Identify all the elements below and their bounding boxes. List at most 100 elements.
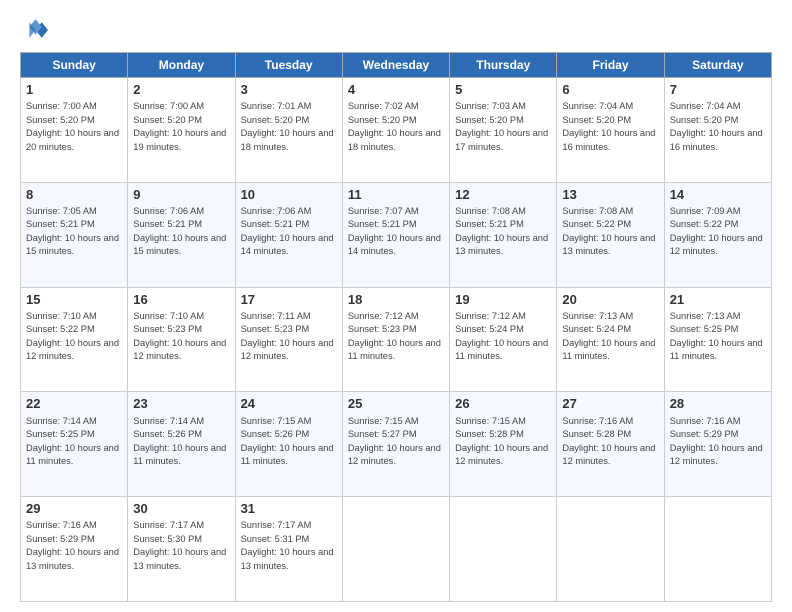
calendar-cell: 22 Sunrise: 7:14 AMSunset: 5:25 PMDaylig… [21, 392, 128, 497]
day-number: 20 [562, 291, 658, 309]
calendar-week-row: 22 Sunrise: 7:14 AMSunset: 5:25 PMDaylig… [21, 392, 772, 497]
day-info: Sunrise: 7:11 AMSunset: 5:23 PMDaylight:… [241, 311, 334, 361]
calendar-cell: 12 Sunrise: 7:08 AMSunset: 5:21 PMDaylig… [450, 182, 557, 287]
day-info: Sunrise: 7:12 AMSunset: 5:24 PMDaylight:… [455, 311, 548, 361]
day-info: Sunrise: 7:08 AMSunset: 5:22 PMDaylight:… [562, 206, 655, 256]
day-info: Sunrise: 7:07 AMSunset: 5:21 PMDaylight:… [348, 206, 441, 256]
day-number: 12 [455, 186, 551, 204]
day-info: Sunrise: 7:06 AMSunset: 5:21 PMDaylight:… [133, 206, 226, 256]
day-number: 7 [670, 81, 766, 99]
logo-icon [20, 16, 48, 44]
calendar-cell: 10 Sunrise: 7:06 AMSunset: 5:21 PMDaylig… [235, 182, 342, 287]
day-number: 11 [348, 186, 444, 204]
calendar-cell: 26 Sunrise: 7:15 AMSunset: 5:28 PMDaylig… [450, 392, 557, 497]
day-number: 26 [455, 395, 551, 413]
day-header: Sunday [21, 53, 128, 78]
day-info: Sunrise: 7:16 AMSunset: 5:29 PMDaylight:… [26, 520, 119, 570]
day-info: Sunrise: 7:01 AMSunset: 5:20 PMDaylight:… [241, 101, 334, 151]
calendar-cell [342, 497, 449, 602]
day-number: 21 [670, 291, 766, 309]
calendar-week-row: 1 Sunrise: 7:00 AMSunset: 5:20 PMDayligh… [21, 78, 772, 183]
calendar-cell: 13 Sunrise: 7:08 AMSunset: 5:22 PMDaylig… [557, 182, 664, 287]
day-number: 23 [133, 395, 229, 413]
day-info: Sunrise: 7:15 AMSunset: 5:26 PMDaylight:… [241, 416, 334, 466]
calendar-cell [450, 497, 557, 602]
calendar-cell: 5 Sunrise: 7:03 AMSunset: 5:20 PMDayligh… [450, 78, 557, 183]
day-number: 22 [26, 395, 122, 413]
calendar-cell: 17 Sunrise: 7:11 AMSunset: 5:23 PMDaylig… [235, 287, 342, 392]
day-number: 15 [26, 291, 122, 309]
day-number: 27 [562, 395, 658, 413]
day-number: 3 [241, 81, 337, 99]
day-info: Sunrise: 7:13 AMSunset: 5:24 PMDaylight:… [562, 311, 655, 361]
day-info: Sunrise: 7:17 AMSunset: 5:30 PMDaylight:… [133, 520, 226, 570]
day-info: Sunrise: 7:02 AMSunset: 5:20 PMDaylight:… [348, 101, 441, 151]
calendar-cell: 27 Sunrise: 7:16 AMSunset: 5:28 PMDaylig… [557, 392, 664, 497]
day-number: 16 [133, 291, 229, 309]
day-header: Friday [557, 53, 664, 78]
day-number: 18 [348, 291, 444, 309]
day-info: Sunrise: 7:00 AMSunset: 5:20 PMDaylight:… [26, 101, 119, 151]
calendar-cell: 21 Sunrise: 7:13 AMSunset: 5:25 PMDaylig… [664, 287, 771, 392]
day-number: 9 [133, 186, 229, 204]
day-header: Saturday [664, 53, 771, 78]
calendar-cell: 30 Sunrise: 7:17 AMSunset: 5:30 PMDaylig… [128, 497, 235, 602]
calendar-cell: 7 Sunrise: 7:04 AMSunset: 5:20 PMDayligh… [664, 78, 771, 183]
calendar-cell: 18 Sunrise: 7:12 AMSunset: 5:23 PMDaylig… [342, 287, 449, 392]
day-number: 2 [133, 81, 229, 99]
calendar-cell: 11 Sunrise: 7:07 AMSunset: 5:21 PMDaylig… [342, 182, 449, 287]
day-number: 13 [562, 186, 658, 204]
day-info: Sunrise: 7:09 AMSunset: 5:22 PMDaylight:… [670, 206, 763, 256]
calendar-cell: 24 Sunrise: 7:15 AMSunset: 5:26 PMDaylig… [235, 392, 342, 497]
day-info: Sunrise: 7:16 AMSunset: 5:28 PMDaylight:… [562, 416, 655, 466]
calendar-cell: 20 Sunrise: 7:13 AMSunset: 5:24 PMDaylig… [557, 287, 664, 392]
day-info: Sunrise: 7:00 AMSunset: 5:20 PMDaylight:… [133, 101, 226, 151]
day-info: Sunrise: 7:05 AMSunset: 5:21 PMDaylight:… [26, 206, 119, 256]
calendar-cell: 15 Sunrise: 7:10 AMSunset: 5:22 PMDaylig… [21, 287, 128, 392]
calendar-cell: 29 Sunrise: 7:16 AMSunset: 5:29 PMDaylig… [21, 497, 128, 602]
logo [20, 16, 52, 44]
day-number: 8 [26, 186, 122, 204]
day-header: Monday [128, 53, 235, 78]
calendar-week-row: 15 Sunrise: 7:10 AMSunset: 5:22 PMDaylig… [21, 287, 772, 392]
day-info: Sunrise: 7:03 AMSunset: 5:20 PMDaylight:… [455, 101, 548, 151]
day-info: Sunrise: 7:04 AMSunset: 5:20 PMDaylight:… [562, 101, 655, 151]
day-number: 19 [455, 291, 551, 309]
day-number: 6 [562, 81, 658, 99]
day-info: Sunrise: 7:15 AMSunset: 5:27 PMDaylight:… [348, 416, 441, 466]
calendar-cell: 23 Sunrise: 7:14 AMSunset: 5:26 PMDaylig… [128, 392, 235, 497]
day-number: 24 [241, 395, 337, 413]
day-number: 4 [348, 81, 444, 99]
day-number: 31 [241, 500, 337, 518]
calendar-cell: 28 Sunrise: 7:16 AMSunset: 5:29 PMDaylig… [664, 392, 771, 497]
calendar-table: SundayMondayTuesdayWednesdayThursdayFrid… [20, 52, 772, 602]
day-number: 10 [241, 186, 337, 204]
day-info: Sunrise: 7:06 AMSunset: 5:21 PMDaylight:… [241, 206, 334, 256]
calendar-cell: 14 Sunrise: 7:09 AMSunset: 5:22 PMDaylig… [664, 182, 771, 287]
calendar-cell: 25 Sunrise: 7:15 AMSunset: 5:27 PMDaylig… [342, 392, 449, 497]
day-header: Tuesday [235, 53, 342, 78]
calendar-cell: 8 Sunrise: 7:05 AMSunset: 5:21 PMDayligh… [21, 182, 128, 287]
calendar-cell [557, 497, 664, 602]
header [20, 16, 772, 44]
calendar-cell: 19 Sunrise: 7:12 AMSunset: 5:24 PMDaylig… [450, 287, 557, 392]
day-number: 25 [348, 395, 444, 413]
calendar-cell: 9 Sunrise: 7:06 AMSunset: 5:21 PMDayligh… [128, 182, 235, 287]
calendar-week-row: 8 Sunrise: 7:05 AMSunset: 5:21 PMDayligh… [21, 182, 772, 287]
day-number: 28 [670, 395, 766, 413]
calendar-cell [664, 497, 771, 602]
day-info: Sunrise: 7:12 AMSunset: 5:23 PMDaylight:… [348, 311, 441, 361]
header-row: SundayMondayTuesdayWednesdayThursdayFrid… [21, 53, 772, 78]
day-info: Sunrise: 7:10 AMSunset: 5:23 PMDaylight:… [133, 311, 226, 361]
day-info: Sunrise: 7:13 AMSunset: 5:25 PMDaylight:… [670, 311, 763, 361]
day-info: Sunrise: 7:10 AMSunset: 5:22 PMDaylight:… [26, 311, 119, 361]
day-info: Sunrise: 7:14 AMSunset: 5:26 PMDaylight:… [133, 416, 226, 466]
day-number: 17 [241, 291, 337, 309]
day-info: Sunrise: 7:15 AMSunset: 5:28 PMDaylight:… [455, 416, 548, 466]
day-header: Wednesday [342, 53, 449, 78]
calendar-cell: 31 Sunrise: 7:17 AMSunset: 5:31 PMDaylig… [235, 497, 342, 602]
day-info: Sunrise: 7:16 AMSunset: 5:29 PMDaylight:… [670, 416, 763, 466]
calendar-cell: 2 Sunrise: 7:00 AMSunset: 5:20 PMDayligh… [128, 78, 235, 183]
day-number: 30 [133, 500, 229, 518]
calendar-cell: 1 Sunrise: 7:00 AMSunset: 5:20 PMDayligh… [21, 78, 128, 183]
